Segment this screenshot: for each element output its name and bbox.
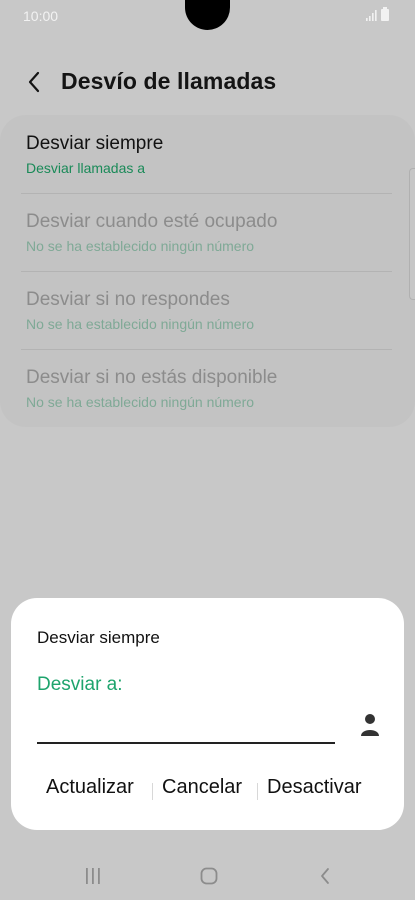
forward-to-label: Desviar a: bbox=[37, 674, 123, 695]
setting-title: Desviar si no respondes bbox=[26, 289, 230, 310]
home-button[interactable] bbox=[194, 864, 224, 888]
setting-subtitle: No se ha establecido ningún número bbox=[26, 394, 255, 410]
divider bbox=[21, 271, 392, 272]
setting-subtitle: Desviar llamadas a bbox=[26, 160, 146, 176]
status-time: 10:00 bbox=[23, 8, 59, 24]
deactivate-button[interactable]: Desactivar bbox=[267, 776, 361, 799]
setting-subtitle: No se ha establecido ningún número bbox=[26, 238, 255, 254]
status-icons bbox=[366, 7, 389, 21]
recent-apps-button[interactable] bbox=[78, 864, 108, 888]
app-header: Desvío de llamadas bbox=[0, 58, 415, 106]
update-button[interactable]: Actualizar bbox=[46, 776, 134, 799]
page-title: Desvío de llamadas bbox=[61, 68, 277, 94]
dialog-actions: Actualizar Cancelar Desactivar bbox=[11, 776, 404, 806]
scroll-handle[interactable] bbox=[409, 168, 415, 300]
setting-subtitle: No se ha establecido ningún número bbox=[26, 316, 255, 332]
person-icon bbox=[361, 714, 379, 736]
setting-title: Desviar siempre bbox=[26, 133, 164, 154]
nav-back-button[interactable] bbox=[310, 864, 340, 888]
chevron-left-icon bbox=[28, 71, 40, 93]
setting-forward-when-unreachable: Desviar si no estás disponible No se ha … bbox=[26, 367, 392, 445]
battery-icon bbox=[381, 7, 389, 21]
setting-forward-when-unanswered: Desviar si no respondes No se ha estable… bbox=[26, 289, 392, 367]
camera-notch bbox=[185, 0, 230, 30]
cancel-button[interactable]: Cancelar bbox=[162, 776, 242, 799]
action-separator bbox=[257, 783, 258, 800]
forward-number-input[interactable] bbox=[37, 702, 335, 744]
back-button[interactable] bbox=[20, 68, 48, 96]
divider bbox=[21, 349, 392, 350]
dialog-title: Desviar siempre bbox=[37, 628, 160, 647]
setting-forward-when-busy: Desviar cuando esté ocupado No se ha est… bbox=[26, 211, 392, 289]
contacts-button[interactable] bbox=[358, 712, 382, 738]
signal-icon bbox=[366, 10, 377, 21]
settings-card: Desviar siempre Desviar llamadas a Desvi… bbox=[0, 115, 415, 427]
navigation-bar bbox=[0, 852, 415, 900]
status-bar: 10:00 bbox=[0, 0, 415, 32]
forward-always-dialog: Desviar siempre Desviar a: Actualizar Ca… bbox=[11, 598, 404, 830]
setting-title: Desviar cuando esté ocupado bbox=[26, 211, 278, 232]
action-separator bbox=[152, 783, 153, 800]
home-icon bbox=[200, 867, 218, 885]
setting-always-forward[interactable]: Desviar siempre Desviar llamadas a bbox=[26, 133, 392, 211]
back-icon bbox=[321, 868, 329, 884]
recent-apps-icon bbox=[86, 868, 100, 884]
setting-title: Desviar si no estás disponible bbox=[26, 367, 278, 388]
divider bbox=[21, 193, 392, 194]
